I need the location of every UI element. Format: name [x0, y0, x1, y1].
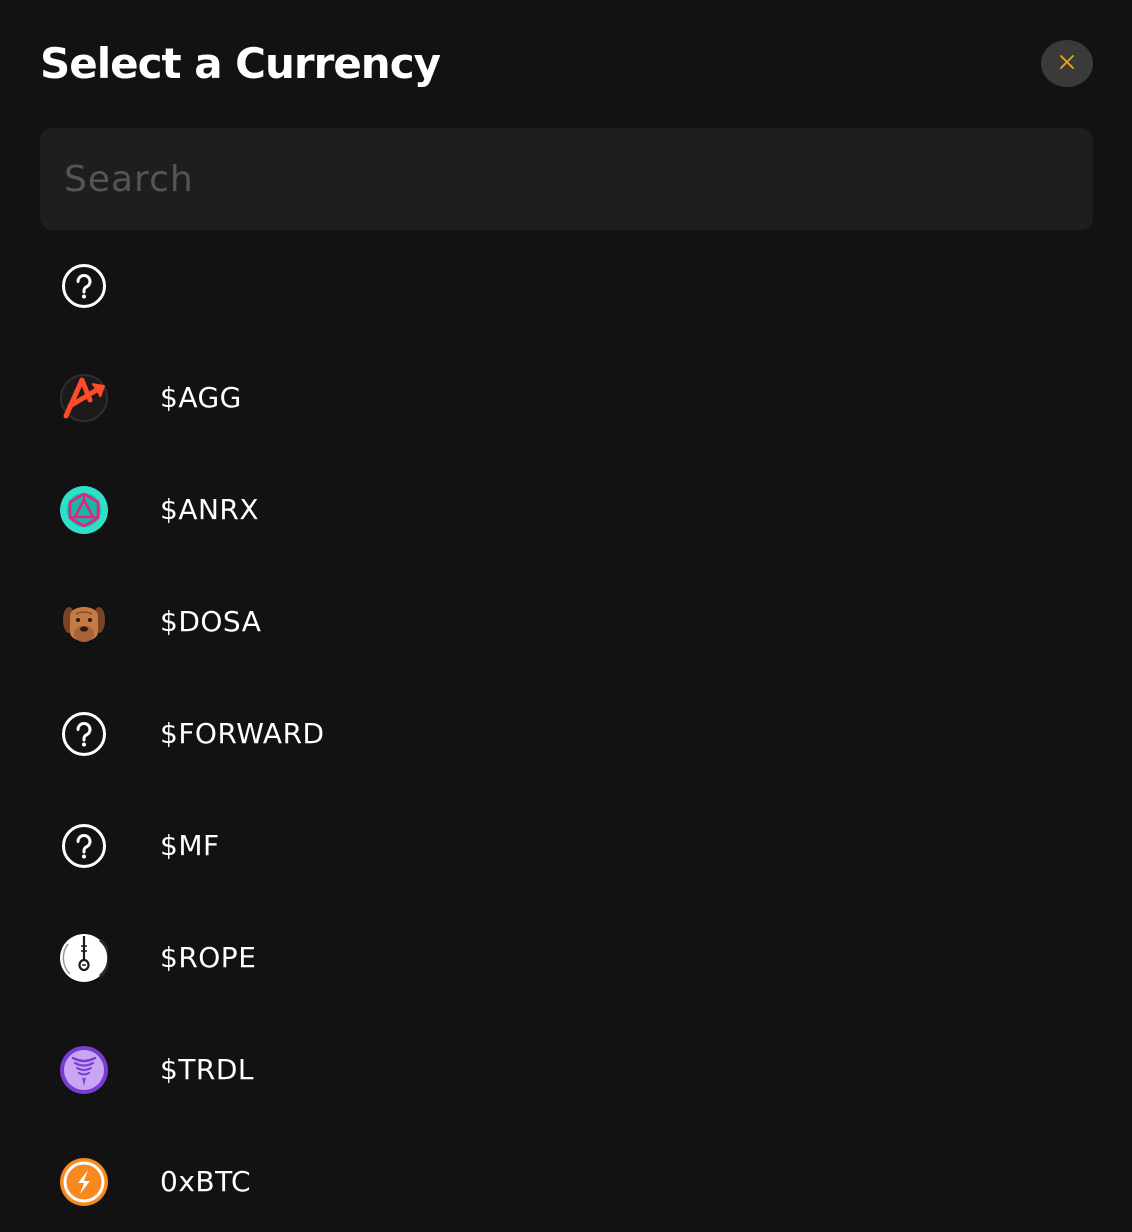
rope-token-icon — [60, 934, 108, 982]
currency-symbol: $MF — [160, 829, 220, 862]
currency-symbol: $ROPE — [160, 941, 257, 974]
dosa-token-icon — [60, 598, 108, 646]
trdl-token-icon — [60, 1046, 108, 1094]
currency-symbol: $AGG — [160, 381, 242, 414]
currency-row-agg[interactable]: $AGG — [40, 342, 1093, 454]
modal-title: Select a Currency — [40, 39, 441, 88]
close-icon — [1059, 54, 1075, 73]
currency-row-anrx[interactable]: $ANRX — [40, 454, 1093, 566]
currency-symbol: $FORWARD — [160, 717, 325, 750]
search-input[interactable] — [40, 128, 1093, 230]
currency-symbol: $ANRX — [160, 493, 260, 526]
currency-symbol: $TRDL — [160, 1053, 255, 1086]
unknown-token-icon — [60, 822, 108, 870]
currency-row-0xbtc[interactable]: 0xBTC — [40, 1126, 1093, 1232]
currency-select-modal: Select a Currency Search $AGG $ANRX $DOS… — [0, 0, 1132, 1232]
currency-symbol: $DOSA — [160, 605, 262, 638]
unknown-token-icon — [60, 262, 108, 310]
unknown-token-icon — [60, 710, 108, 758]
currency-row-mf[interactable]: $MF — [40, 790, 1093, 902]
currency-row-dosa[interactable]: $DOSA — [40, 566, 1093, 678]
0xbtc-token-icon — [60, 1158, 108, 1206]
agg-token-icon — [60, 374, 108, 422]
close-button[interactable] — [1041, 40, 1093, 87]
currency-symbol: 0xBTC — [160, 1165, 252, 1198]
anrx-token-icon — [60, 486, 108, 534]
currency-row-trdl[interactable]: $TRDL — [40, 1014, 1093, 1126]
currency-row-rope[interactable]: $ROPE — [40, 902, 1093, 1014]
currency-list: $AGG $ANRX $DOSA $FORWARD $MF $ROPE $TRD… — [40, 230, 1093, 1232]
search-box — [40, 128, 1093, 230]
currency-row-unknown[interactable] — [40, 230, 1093, 342]
currency-row-forward[interactable]: $FORWARD — [40, 678, 1093, 790]
